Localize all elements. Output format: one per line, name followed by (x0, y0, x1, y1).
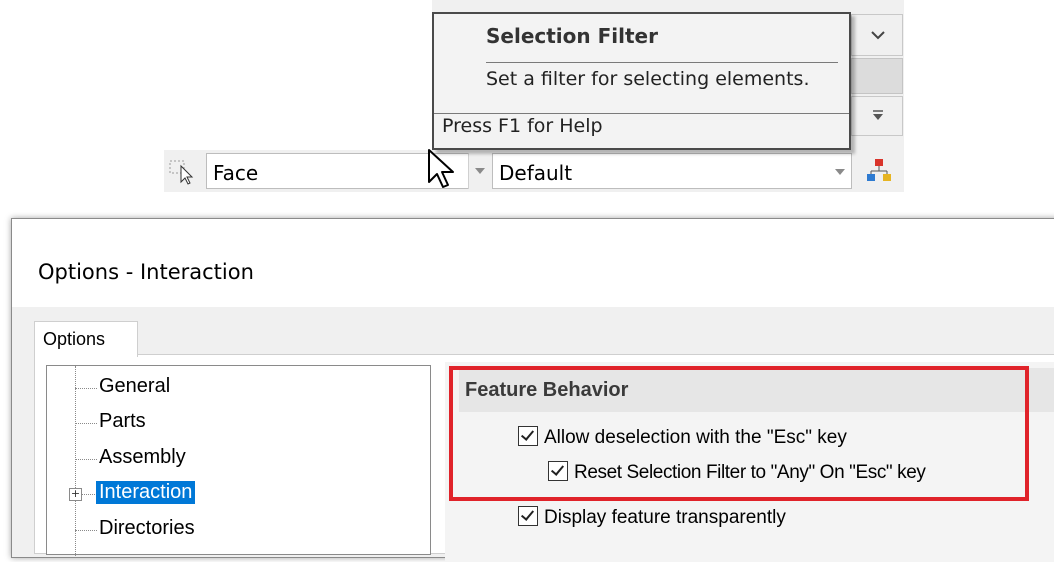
configuration-combo[interactable]: Default (492, 153, 852, 189)
tree-connector (82, 494, 95, 495)
overflow-button[interactable] (851, 96, 903, 136)
dropdown-button[interactable] (851, 14, 903, 56)
tree-item-assembly[interactable]: Assembly (99, 446, 186, 469)
tree-connector (75, 388, 97, 389)
expand-icon[interactable]: + (69, 488, 82, 501)
overflow-icon (873, 110, 883, 120)
dropdown-arrow-icon (835, 169, 845, 175)
tree-connector (75, 459, 97, 460)
tooltip-help: Press F1 for Help (442, 115, 603, 137)
tab-options-label: Options (43, 329, 106, 349)
options-tree[interactable]: General Parts Assembly + Interaction Dir… (46, 365, 431, 556)
tooltip-divider (434, 113, 849, 114)
tree-item-interaction[interactable]: Interaction (96, 481, 196, 504)
chevron-down-icon (871, 31, 885, 40)
configuration-value: Default (499, 161, 573, 185)
checkbox-row[interactable]: Display feature transparently (518, 506, 786, 529)
mouse-cursor-icon (426, 148, 456, 190)
selection-filter-tooltip: Selection Filter Set a filter for select… (432, 12, 851, 150)
tree-connector (75, 530, 97, 531)
tree-item-general[interactable]: General (99, 375, 170, 398)
tooltip-description: Set a filter for selecting elements. (486, 68, 810, 90)
checkbox-display-transparent[interactable] (518, 506, 538, 526)
hierarchy-icon[interactable] (864, 156, 894, 186)
checkbox-label: Display feature transparently (544, 507, 786, 528)
selection-filter-icon[interactable] (168, 158, 202, 186)
tree-connector (75, 366, 76, 556)
tree-connector (75, 423, 97, 424)
selection-filter-dropdown[interactable] (468, 153, 490, 189)
annotation-highlight (449, 366, 1029, 501)
tab-options[interactable]: Options (34, 321, 138, 357)
dialog-title: Options - Interaction (38, 260, 254, 284)
selection-filter-value: Face (213, 161, 259, 185)
tooltip-title: Selection Filter (486, 24, 658, 48)
tooltip-divider (486, 62, 838, 63)
tree-item-parts[interactable]: Parts (99, 410, 146, 433)
dropdown-arrow-icon (475, 168, 485, 174)
toolbar-cell[interactable] (851, 58, 903, 94)
